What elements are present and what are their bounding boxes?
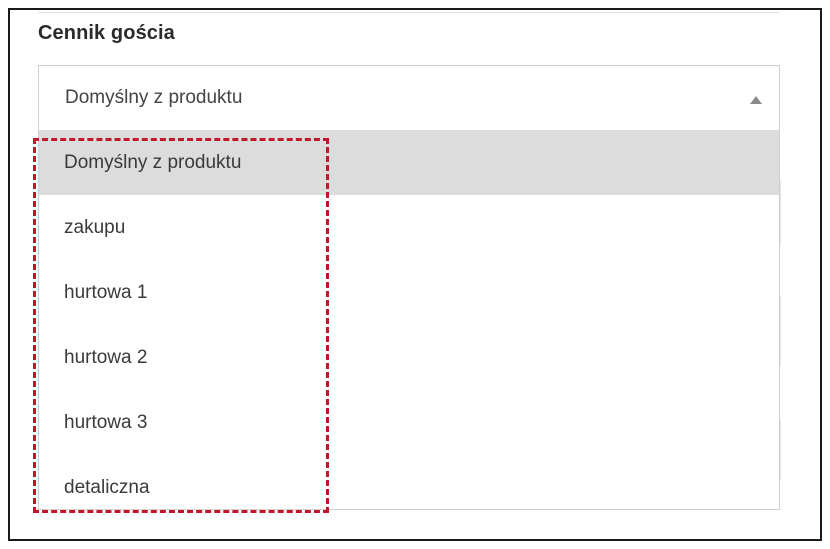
option-default-from-product[interactable]: Domyślny z produktu (39, 130, 779, 195)
section-divider (38, 12, 780, 13)
background-field-edge (780, 420, 781, 480)
guest-price-list-label: Cennik gościa (38, 22, 175, 44)
option-retail[interactable]: detaliczna (39, 455, 779, 520)
background-field-edge (780, 296, 781, 366)
guest-price-list-select[interactable]: Domyślny z produktu (38, 65, 780, 131)
background-field-edge (780, 180, 781, 245)
option-wholesale-3[interactable]: hurtowa 3 (39, 390, 779, 455)
option-wholesale-1[interactable]: hurtowa 1 (39, 260, 779, 325)
select-current-value: Domyślny z produktu (65, 87, 243, 108)
price-list-dropdown: Domyślny z produktu zakupu hurtowa 1 hur… (38, 130, 780, 510)
caret-up-icon (750, 96, 762, 104)
option-purchase[interactable]: zakupu (39, 195, 779, 260)
option-wholesale-2[interactable]: hurtowa 2 (39, 325, 779, 390)
